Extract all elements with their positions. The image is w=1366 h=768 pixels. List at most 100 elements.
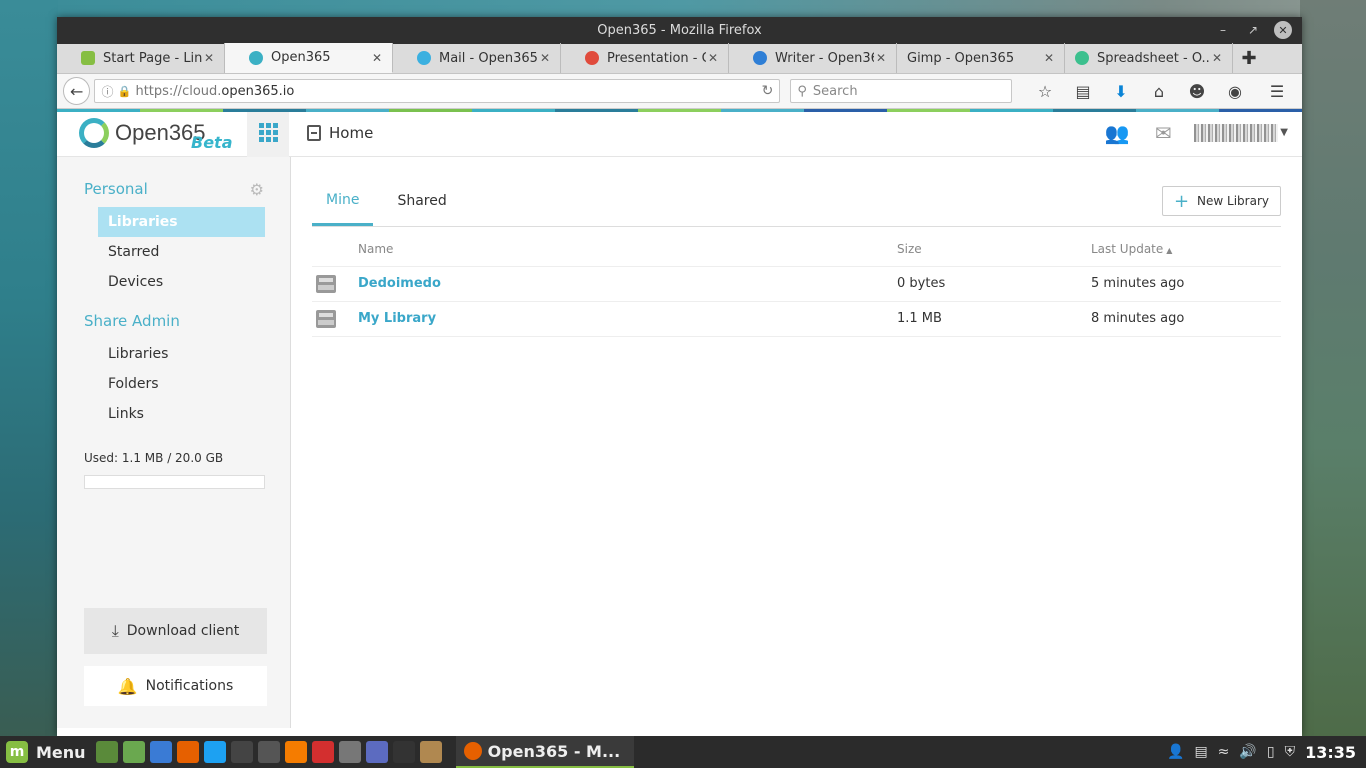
open365-favicon-icon xyxy=(249,50,263,65)
name-column-header[interactable]: Name xyxy=(358,233,897,267)
apps-grid-button[interactable] xyxy=(247,108,289,157)
url-bar[interactable]: ⓘ 🔒 https://cloud.open365.io ↻ xyxy=(94,79,781,103)
archive-icon[interactable] xyxy=(419,741,442,763)
last-update-column-header[interactable]: Last Update ▲ xyxy=(1091,233,1281,267)
home-icon[interactable]: ⌂ xyxy=(1140,77,1178,105)
search-placeholder: Search xyxy=(812,83,858,99)
tab-open365[interactable]: Open365 ✕ xyxy=(225,43,393,73)
vlc-icon[interactable] xyxy=(284,741,307,763)
messages-icon[interactable]: ✉ xyxy=(1148,121,1178,145)
reading-list-icon[interactable]: ▤ xyxy=(1064,77,1102,105)
taskbar-launchers xyxy=(95,741,442,763)
storage-used-label: Used: 1.1 MB / 20.0 GB xyxy=(84,451,224,465)
download-icon[interactable]: ⬇ xyxy=(1102,77,1140,105)
close-tab-icon[interactable]: ✕ xyxy=(1042,51,1056,65)
new-tab-icon[interactable]: ✚ xyxy=(1233,43,1265,73)
sidebar-item-share-links[interactable]: Links xyxy=(98,399,265,429)
tab-mail[interactable]: Mail - Open365 ✕ xyxy=(393,43,561,73)
sidebar: Personal ⚙ Libraries Starred Devices Sha… xyxy=(57,157,291,728)
table-row[interactable]: Dedoimedo 0 bytes 5 minutes ago xyxy=(312,266,1281,302)
hamburger-menu-icon[interactable]: ☰ xyxy=(1258,77,1296,105)
chevron-down-icon: ▼ xyxy=(1280,127,1288,138)
back-arrow-icon[interactable]: ← xyxy=(63,77,91,105)
wifi-icon[interactable]: ≈ xyxy=(1218,744,1230,760)
terminal-icon[interactable] xyxy=(392,741,415,763)
tab-gimp[interactable]: Gimp - Open365 ✕ xyxy=(897,43,1065,73)
tab-mine[interactable]: Mine xyxy=(312,176,374,226)
battery-icon[interactable]: ▯ xyxy=(1267,744,1275,760)
new-library-button[interactable]: + New Library xyxy=(1161,186,1281,216)
shield-icon[interactable]: ⛨ xyxy=(1285,744,1296,760)
text-editor-icon[interactable] xyxy=(338,741,361,763)
tab-presentation[interactable]: Presentation - O... ✕ xyxy=(561,43,729,73)
notifications-label: Notifications xyxy=(145,678,234,694)
info-icon[interactable]: ⓘ xyxy=(101,83,117,100)
file-manager-icon[interactable] xyxy=(122,741,145,763)
close-icon[interactable]: ✕ xyxy=(1274,21,1292,39)
search-input[interactable]: ⚲ Search xyxy=(790,79,1012,103)
size-column-header[interactable]: Size xyxy=(897,233,1091,267)
volume-icon[interactable]: 🔊 xyxy=(1239,744,1256,760)
steam-icon[interactable] xyxy=(230,741,253,763)
tab-writer[interactable]: Writer - Open365 ✕ xyxy=(729,43,897,73)
close-tab-icon[interactable]: ✕ xyxy=(202,51,216,65)
user-icon[interactable]: 👤 xyxy=(1167,744,1184,760)
media-player-icon[interactable] xyxy=(257,741,280,763)
tab-start-page[interactable]: Start Page - Linu... ✕ xyxy=(57,43,225,73)
download-client-button[interactable]: ⤓ Download client xyxy=(84,608,267,654)
home-link[interactable]: Home xyxy=(307,124,373,142)
tab-spreadsheet[interactable]: Spreadsheet - O... ✕ xyxy=(1065,43,1233,73)
tab-label: Start Page - Linu... xyxy=(103,50,202,66)
sidebar-item-share-folders[interactable]: Folders xyxy=(98,369,265,399)
bookmark-star-icon[interactable]: ☆ xyxy=(1026,77,1064,105)
game-icon[interactable] xyxy=(311,741,334,763)
tab-bar: Start Page - Linu... ✕ Open365 ✕ Mail - … xyxy=(57,43,1302,74)
sidebar-item-starred[interactable]: Starred xyxy=(98,237,265,267)
close-tab-icon[interactable]: ✕ xyxy=(1210,51,1224,65)
system-tray: 👤 ▤ ≈ 🔊 ▯ ⛨ 13:35 xyxy=(1167,743,1366,762)
screenshot-icon[interactable] xyxy=(149,741,172,763)
download-tray-icon: ⤓ xyxy=(111,621,119,640)
close-tab-icon[interactable]: ✕ xyxy=(538,51,552,65)
table-row[interactable]: My Library 1.1 MB 8 minutes ago xyxy=(312,301,1281,337)
writer-favicon-icon xyxy=(753,51,767,65)
open365-logo[interactable]: Open365 Beta xyxy=(79,109,247,157)
clipboard-icon[interactable]: ▤ xyxy=(1194,744,1207,760)
open365-logo-icon xyxy=(79,117,109,148)
main-content: Mine Shared + New Library Name Size Last… xyxy=(291,157,1302,728)
chat-smiley-icon[interactable]: ☻ xyxy=(1178,77,1216,105)
header-actions: 👥 ✉ ▼ xyxy=(1102,121,1288,145)
close-tab-icon[interactable]: ✕ xyxy=(874,51,888,65)
sidebar-item-devices[interactable]: Devices xyxy=(98,267,265,297)
libraries-table: Name Size Last Update ▲ Dedoimedo 0 bytes… xyxy=(312,233,1281,337)
library-tabs: Mine Shared + New Library xyxy=(312,177,1281,227)
presentation-favicon-icon xyxy=(585,51,599,65)
gear-icon[interactable]: ⚙ xyxy=(250,180,264,199)
start-page-favicon-icon xyxy=(81,51,95,65)
show-desktop-icon[interactable] xyxy=(95,741,118,763)
sidebar-personal-heading: Personal ⚙ xyxy=(57,177,290,201)
sidebar-item-libraries[interactable]: Libraries xyxy=(98,207,265,237)
close-tab-icon[interactable]: ✕ xyxy=(370,51,384,65)
start-menu-button[interactable]: m Menu xyxy=(0,736,86,768)
pocket-icon[interactable]: ◉ xyxy=(1216,77,1254,105)
firefox-icon[interactable] xyxy=(176,741,199,763)
library-name-link[interactable]: Dedoimedo xyxy=(358,276,441,291)
skype-icon[interactable] xyxy=(203,741,226,763)
user-menu[interactable]: ▼ xyxy=(1194,123,1288,142)
icon-column-header xyxy=(312,233,358,267)
sidebar-item-share-libraries[interactable]: Libraries xyxy=(98,339,265,369)
document-viewer-icon[interactable] xyxy=(365,741,388,763)
users-icon[interactable]: 👥 xyxy=(1102,121,1132,145)
taskbar-window-firefox[interactable]: Open365 - M... xyxy=(455,736,635,768)
tab-shared[interactable]: Shared xyxy=(383,176,460,226)
library-name-link[interactable]: My Library xyxy=(358,311,436,326)
window-titlebar[interactable]: Open365 - Mozilla Firefox – ↗ ✕ xyxy=(57,17,1302,44)
minimize-icon[interactable]: – xyxy=(1214,21,1232,39)
avatar xyxy=(1194,123,1279,142)
notifications-button[interactable]: 🔔 Notifications xyxy=(84,666,267,706)
close-tab-icon[interactable]: ✕ xyxy=(706,51,720,65)
reload-icon[interactable]: ↻ xyxy=(762,83,774,99)
clock[interactable]: 13:35 xyxy=(1305,743,1356,762)
maximize-icon[interactable]: ↗ xyxy=(1244,21,1262,39)
